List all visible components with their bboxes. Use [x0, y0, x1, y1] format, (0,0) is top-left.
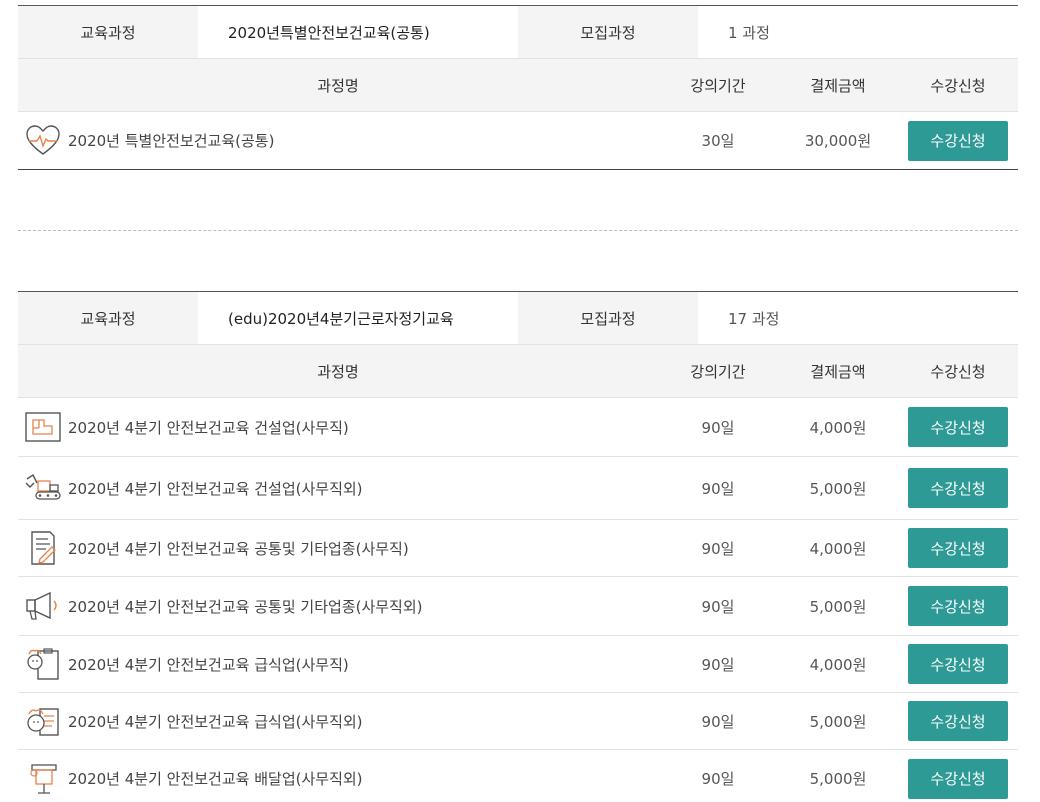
table-header: 과정명 강의기간 결제금액 수강신청	[18, 59, 1018, 112]
course-name: 2020년 4분기 안전보건교육 공통및 기타업종(사무직외)	[68, 597, 423, 616]
apply-button[interactable]: 수강신청	[908, 586, 1008, 626]
course-price: 4,000원	[809, 655, 867, 674]
course-name: 2020년 4분기 안전보건교육 건설업(사무직외)	[68, 479, 363, 498]
table-row: 2020년 4분기 안전보건교육 건설업(사무직) 90일 4,000원 수강신…	[18, 398, 1018, 457]
heart-pulse-icon	[24, 122, 62, 160]
course-period: 90일	[701, 597, 735, 616]
megaphone-icon	[24, 587, 62, 625]
course-period: 90일	[701, 418, 735, 437]
header-course-name: 과정명	[317, 76, 359, 95]
course-label: 교육과정	[18, 6, 198, 58]
course-block-quarterly: 교육과정 (edu)2020년4분기근로자정기교육 모집과정 17 과정 과정명…	[18, 291, 1018, 802]
course-price: 5,000원	[809, 770, 867, 788]
course-name: 2020년 4분기 안전보건교육 급식업(사무직)	[68, 655, 349, 674]
course-price: 5,000원	[809, 712, 867, 731]
table-row: 2020년 4분기 안전보건교육 급식업(사무직) 90일 4,000원 수강신…	[18, 636, 1018, 693]
apply-button[interactable]: 수강신청	[908, 644, 1008, 684]
table-row: 2020년 4분기 안전보건교육 공통및 기타업종(사무직외) 90일 5,00…	[18, 577, 1018, 636]
course-period: 90일	[701, 539, 735, 558]
course-price: 5,000원	[809, 479, 867, 498]
recruit-value: 17 과정	[728, 309, 780, 328]
course-name: 2020년 특별안전보건교육(공통)	[68, 132, 275, 150]
header-period: 강의기간	[690, 362, 746, 381]
table-row: 2020년 4분기 안전보건교육 건설업(사무직외) 90일 5,000원 수강…	[18, 457, 1018, 520]
apply-button[interactable]: 수강신청	[908, 468, 1008, 508]
course-period: 90일	[701, 712, 735, 731]
table-header: 과정명 강의기간 결제금액 수강신청	[18, 345, 1018, 398]
course-price: 4,000원	[809, 539, 867, 558]
excavator-icon	[24, 469, 62, 507]
course-price: 30,000원	[804, 132, 872, 150]
section-divider	[18, 230, 1018, 231]
apply-button[interactable]: 수강신청	[908, 528, 1008, 568]
recruit-value: 1 과정	[728, 23, 770, 42]
apply-button[interactable]: 수강신청	[908, 758, 1008, 799]
recruit-label: 모집과정	[518, 6, 698, 58]
course-value: (edu)2020년4분기근로자정기교육	[228, 309, 454, 328]
chef-clipboard-icon	[24, 645, 62, 683]
header-price: 결제금액	[810, 362, 866, 381]
table-row: 2020년 4분기 안전보건교육 공통및 기타업종(사무직) 90일 4,000…	[18, 520, 1018, 577]
course-price: 5,000원	[809, 597, 867, 616]
course-name: 2020년 4분기 안전보건교육 배달업(사무직외)	[68, 770, 363, 788]
header-period: 강의기간	[690, 76, 746, 95]
recruit-label: 모집과정	[518, 292, 698, 344]
apply-button[interactable]: 수강신청	[908, 120, 1008, 161]
apply-button[interactable]: 수강신청	[908, 407, 1008, 447]
course-period: 90일	[701, 479, 735, 498]
apply-button[interactable]: 수강신청	[908, 701, 1008, 741]
course-name: 2020년 4분기 안전보건교육 공통및 기타업종(사무직)	[68, 539, 409, 558]
header-price: 결제금액	[810, 76, 866, 95]
table-row: 2020년 4분기 안전보건교육 급식업(사무직외) 90일 5,000원 수강…	[18, 693, 1018, 750]
header-course-name: 과정명	[317, 362, 359, 381]
course-period: 90일	[701, 655, 735, 674]
course-info-row: 교육과정 2020년특별안전보건교육(공통) 모집과정 1 과정	[18, 5, 1018, 59]
table-row: 2020년 4분기 안전보건교육 배달업(사무직외) 90일 5,000원 수강…	[18, 750, 1018, 802]
table-row: 2020년 특별안전보건교육(공통) 30일 30,000원 수강신청	[18, 112, 1018, 170]
course-info-row: 교육과정 (edu)2020년4분기근로자정기교육 모집과정 17 과정	[18, 291, 1018, 345]
course-price: 4,000원	[809, 418, 867, 437]
course-name: 2020년 4분기 안전보건교육 급식업(사무직외)	[68, 712, 363, 731]
course-period: 30일	[701, 132, 735, 150]
course-value: 2020년특별안전보건교육(공통)	[228, 23, 430, 42]
header-apply: 수강신청	[930, 362, 986, 381]
delivery-icon	[24, 760, 62, 798]
course-period: 90일	[701, 770, 735, 788]
header-apply: 수강신청	[930, 76, 986, 95]
document-pen-icon	[24, 529, 62, 567]
course-name: 2020년 4분기 안전보건교육 건설업(사무직)	[68, 418, 349, 437]
chef-menu-icon	[24, 702, 62, 740]
course-label: 교육과정	[18, 292, 198, 344]
course-block-special: 교육과정 2020년특별안전보건교육(공통) 모집과정 1 과정 과정명 강의기…	[18, 5, 1018, 170]
blueprint-icon	[24, 408, 62, 446]
